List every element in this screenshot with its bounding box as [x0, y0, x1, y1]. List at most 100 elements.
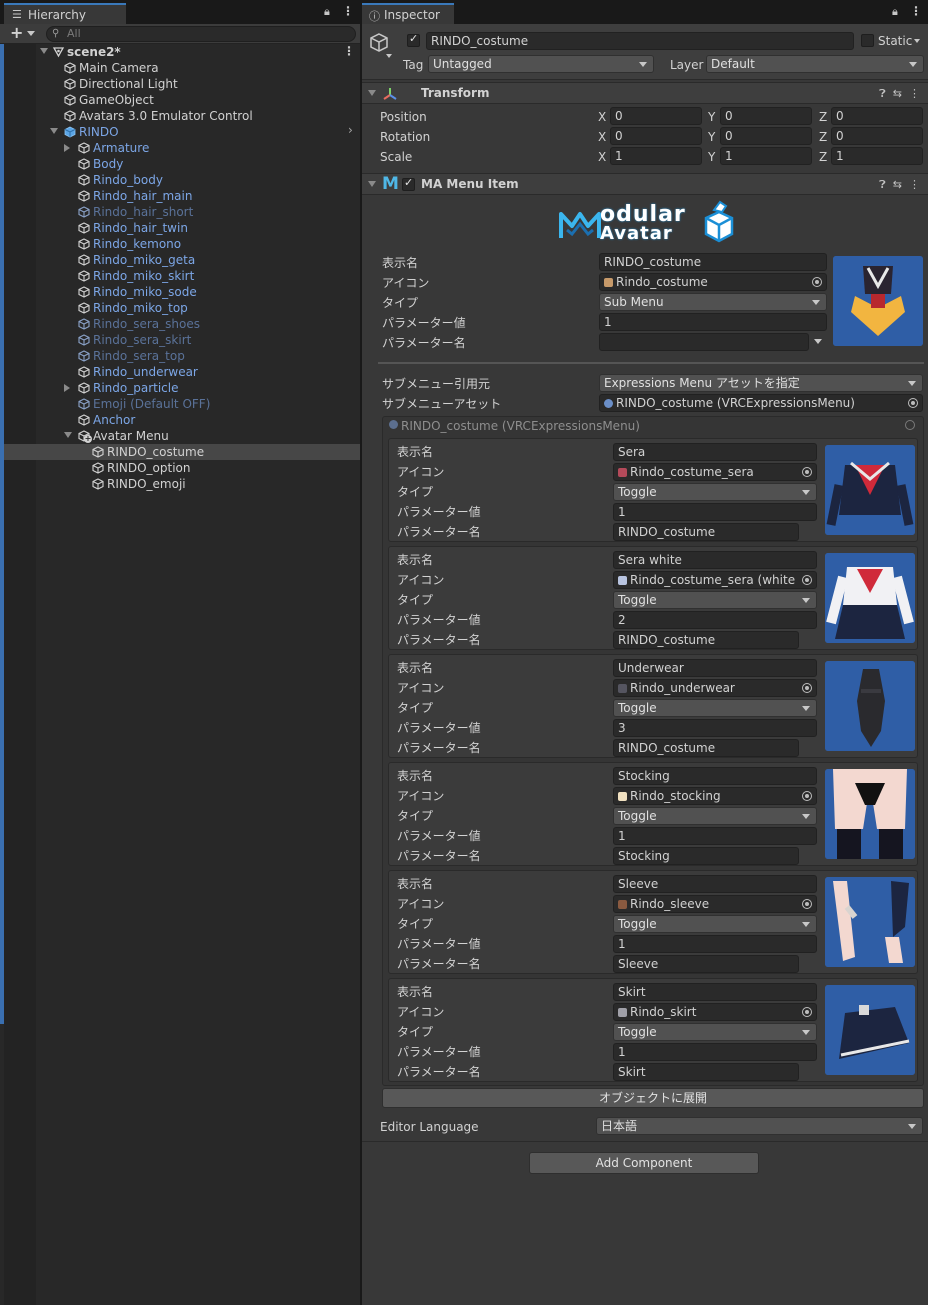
entry-icon-field[interactable]: Rindo_costume_sera: [613, 463, 817, 481]
lock-icon[interactable]: 🔒︎: [324, 5, 330, 19]
entry-display-name-field[interactable]: Sera white: [613, 551, 817, 569]
hierarchy-item[interactable]: Directional Light: [4, 76, 360, 92]
entry-param-value-field[interactable]: 1: [613, 827, 817, 845]
entry-param-value-field[interactable]: 1: [613, 503, 817, 521]
transform-z-field[interactable]: 0: [831, 127, 923, 145]
hierarchy-tab[interactable]: ☰ Hierarchy: [4, 3, 126, 24]
hierarchy-item[interactable]: Rindo_body: [4, 172, 360, 188]
entry-display-name-field[interactable]: Sleeve: [613, 875, 817, 893]
entry-icon-field[interactable]: Rindo_costume_sera (white): [613, 571, 817, 589]
hierarchy-item[interactable]: Rindo_miko_top: [4, 300, 360, 316]
hierarchy-item[interactable]: RINDO ›: [4, 123, 360, 140]
chevron-down-icon[interactable]: [386, 54, 392, 58]
hierarchy-item[interactable]: Rindo_sera_shoes: [4, 316, 360, 332]
entry-display-name-field[interactable]: Stocking: [613, 767, 817, 785]
hierarchy-item[interactable]: Armature: [4, 140, 360, 156]
presets-icon[interactable]: ⇆: [893, 178, 902, 191]
foldout-collapsed-icon[interactable]: [64, 144, 70, 152]
entry-param-name-field[interactable]: RINDO_costume: [613, 631, 799, 649]
hierarchy-item[interactable]: Avatars 3.0 Emulator Control: [4, 108, 360, 124]
entry-param-value-field[interactable]: 3: [613, 719, 817, 737]
help-icon[interactable]: ❓︎: [879, 87, 886, 100]
hierarchy-item[interactable]: Rindo_underwear: [4, 364, 360, 380]
lock-icon[interactable]: 🔒︎: [892, 5, 898, 19]
entry-type-field[interactable]: Toggle: [613, 483, 817, 501]
inspector-tab[interactable]: ⓘ Inspector: [362, 3, 454, 24]
foldout-collapsed-icon[interactable]: [64, 384, 70, 392]
transform-x-field[interactable]: 0: [610, 127, 702, 145]
transform-x-field[interactable]: 1: [610, 147, 702, 165]
add-button[interactable]: +: [10, 23, 23, 42]
presets-icon[interactable]: ⇆: [893, 87, 902, 100]
submenu-source-dropdown[interactable]: Expressions Menu アセットを指定: [599, 374, 923, 392]
object-name-field[interactable]: RINDO_costume: [426, 32, 854, 50]
entry-type-field[interactable]: Toggle: [613, 699, 817, 717]
editor-language-dropdown[interactable]: 日本語: [596, 1117, 923, 1135]
object-picker-icon[interactable]: [802, 1007, 812, 1017]
foldout-expanded-icon[interactable]: [50, 128, 58, 134]
object-picker-icon[interactable]: [908, 398, 918, 408]
expand-to-objects-button[interactable]: オブジェクトに展開: [382, 1088, 924, 1108]
hierarchy-search-input[interactable]: ⚲ All: [46, 26, 356, 42]
param-name-field[interactable]: [599, 333, 809, 351]
chevron-right-icon[interactable]: ›: [348, 123, 353, 137]
entry-param-name-field[interactable]: Skirt: [613, 1063, 799, 1081]
entry-param-value-field[interactable]: 1: [613, 935, 817, 953]
object-picker-icon[interactable]: [802, 899, 812, 909]
icon-object-field[interactable]: Rindo_costume: [599, 273, 827, 291]
layer-dropdown[interactable]: Default: [706, 55, 924, 73]
help-icon[interactable]: ❓︎: [879, 178, 886, 191]
entry-type-field[interactable]: Toggle: [613, 915, 817, 933]
param-name-dropdown-caret-icon[interactable]: [814, 339, 822, 344]
object-picker-icon[interactable]: [802, 683, 812, 693]
chevron-down-icon[interactable]: [914, 39, 920, 43]
entry-param-name-field[interactable]: Stocking: [613, 847, 799, 865]
object-picker-icon[interactable]: [905, 420, 915, 430]
transform-y-field[interactable]: 1: [720, 147, 812, 165]
transform-z-field[interactable]: 1: [831, 147, 923, 165]
hierarchy-item[interactable]: Emoji (Default OFF): [4, 396, 360, 412]
transform-x-field[interactable]: 0: [610, 107, 702, 125]
tag-dropdown[interactable]: Untagged: [428, 55, 654, 73]
object-picker-icon[interactable]: [802, 791, 812, 801]
hierarchy-item[interactable]: scene2* ⋮: [4, 44, 360, 60]
display-name-field[interactable]: RINDO_costume: [599, 253, 827, 271]
hierarchy-item[interactable]: Rindo_sera_skirt: [4, 332, 360, 348]
kebab-menu-icon[interactable]: ⋮: [909, 178, 920, 191]
entry-param-value-field[interactable]: 2: [613, 611, 817, 629]
hierarchy-item[interactable]: Rindo_sera_top: [4, 348, 360, 364]
static-checkbox[interactable]: [861, 34, 874, 47]
hierarchy-item[interactable]: Rindo_miko_skirt: [4, 268, 360, 284]
hierarchy-item[interactable]: RINDO_option: [4, 460, 360, 476]
active-checkbox[interactable]: [407, 32, 420, 47]
hierarchy-item[interactable]: Rindo_miko_sode: [4, 284, 360, 300]
hierarchy-item[interactable]: Rindo_hair_main: [4, 188, 360, 204]
object-picker-icon[interactable]: [802, 575, 812, 585]
hierarchy-item[interactable]: Rindo_miko_geta: [4, 252, 360, 268]
hierarchy-item[interactable]: Rindo_particle: [4, 380, 360, 396]
entry-param-name-field[interactable]: Sleeve: [613, 955, 799, 973]
type-dropdown[interactable]: Sub Menu: [599, 293, 827, 311]
foldout-arrow-icon[interactable]: [368, 90, 376, 96]
entry-icon-field[interactable]: Rindo_stocking: [613, 787, 817, 805]
entry-icon-field[interactable]: Rindo_underwear: [613, 679, 817, 697]
entry-display-name-field[interactable]: Sera: [613, 443, 817, 461]
entry-type-field[interactable]: Toggle: [613, 1023, 817, 1041]
hierarchy-item[interactable]: Rindo_hair_twin: [4, 220, 360, 236]
hierarchy-item[interactable]: RINDO_costume: [4, 444, 360, 460]
entry-display-name-field[interactable]: Skirt: [613, 983, 817, 1001]
transform-y-field[interactable]: 0: [720, 127, 812, 145]
entry-param-name-field[interactable]: RINDO_costume: [613, 739, 799, 757]
object-picker-icon[interactable]: [812, 277, 822, 287]
hierarchy-item[interactable]: Rindo_kemono: [4, 236, 360, 252]
scene-menu-icon[interactable]: ⋮: [343, 44, 355, 58]
hierarchy-item[interactable]: RINDO_emoji: [4, 476, 360, 492]
foldout-expanded-icon[interactable]: [64, 432, 72, 438]
ma-menu-item-header[interactable]: M MA Menu Item ❓︎ ⇆ ⋮: [362, 173, 928, 195]
kebab-menu-icon[interactable]: ⋮: [909, 87, 920, 100]
entry-icon-field[interactable]: Rindo_sleeve: [613, 895, 817, 913]
entry-type-field[interactable]: Toggle: [613, 591, 817, 609]
entry-display-name-field[interactable]: Underwear: [613, 659, 817, 677]
hierarchy-item[interactable]: Rindo_hair_short: [4, 204, 360, 220]
hierarchy-item[interactable]: Main Camera: [4, 60, 360, 76]
